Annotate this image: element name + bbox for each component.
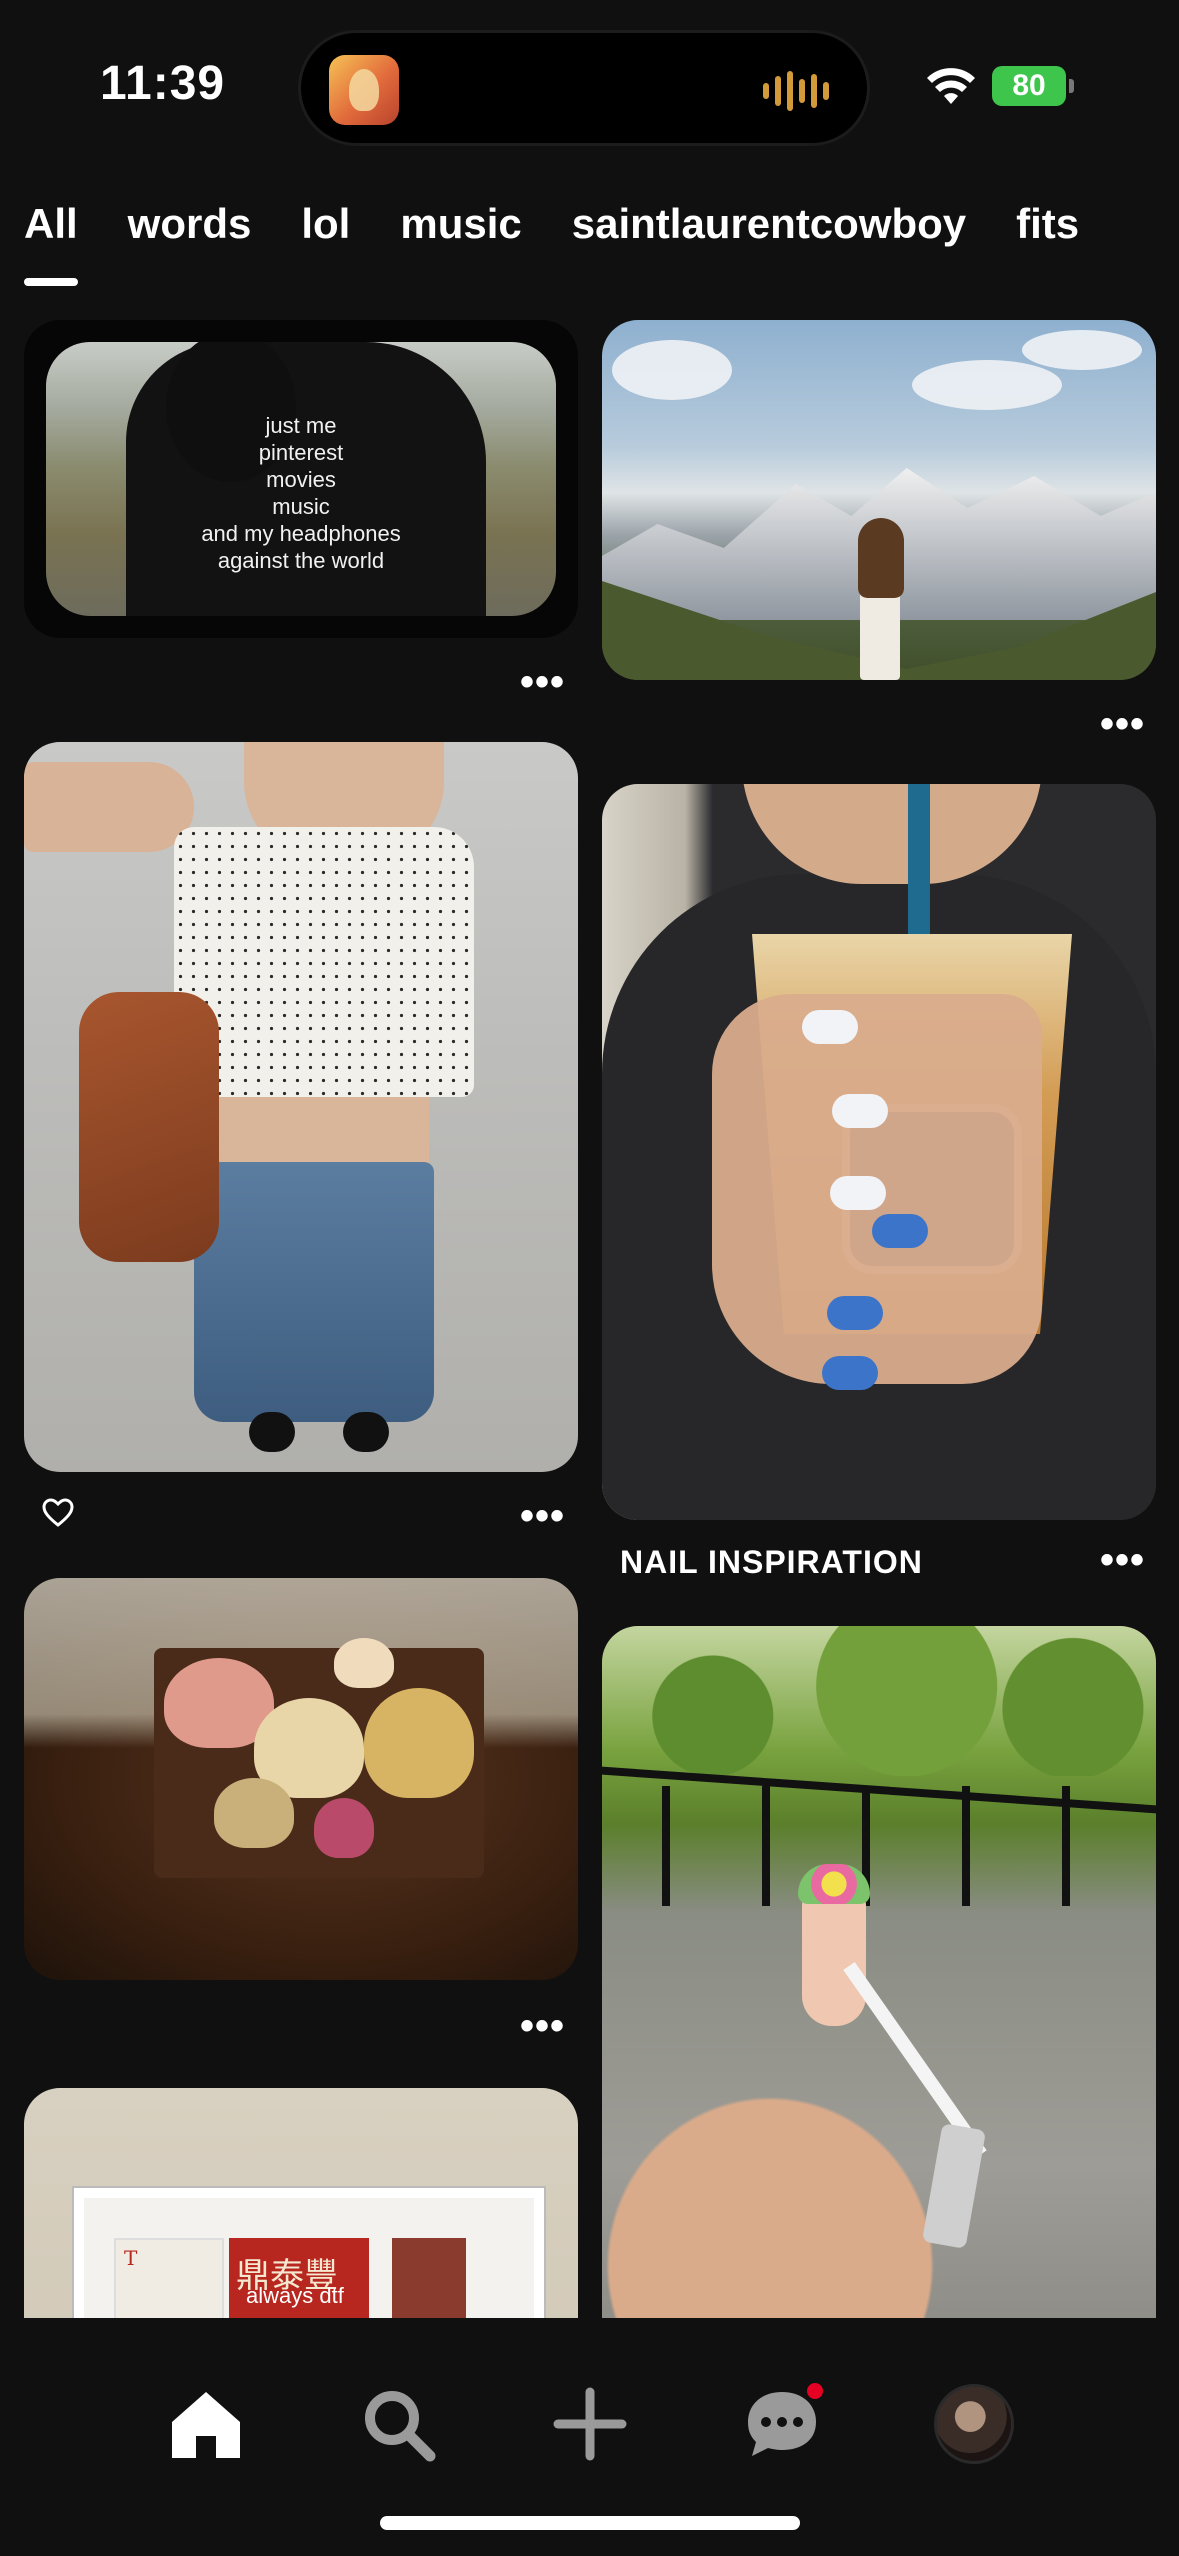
photo-nail xyxy=(802,1010,858,1044)
home-icon[interactable] xyxy=(166,2384,246,2464)
tab-fits[interactable]: fits xyxy=(1016,192,1079,272)
caption-line: against the world xyxy=(217,548,385,573)
notification-dot xyxy=(804,2380,826,2402)
caption-line: pinterest xyxy=(258,440,344,465)
tab-saintlaurentcowboy[interactable]: saintlaurentcowboy xyxy=(572,192,966,272)
pin-image[interactable] xyxy=(24,1578,578,1980)
home-indicator[interactable] xyxy=(380,2516,800,2530)
pin-image[interactable] xyxy=(602,784,1156,1520)
messages-button[interactable] xyxy=(742,2380,826,2464)
photo-shell xyxy=(214,1778,294,1848)
more-options-button[interactable]: ••• xyxy=(1100,704,1145,744)
heart-outline-icon[interactable] xyxy=(42,1498,74,1528)
caption-line: movies xyxy=(266,467,336,492)
photo-nail xyxy=(830,1176,886,1210)
caption-line: just me xyxy=(265,413,337,438)
photo-rail-post xyxy=(1062,1786,1070,1906)
audio-waveform-icon xyxy=(763,71,829,111)
photo-waist xyxy=(199,1097,429,1167)
pin-photo-train-window: just me pinterest movies music and my he… xyxy=(46,342,556,616)
dynamic-island[interactable] xyxy=(298,30,870,146)
photo-rail-post xyxy=(962,1786,970,1906)
pin-image[interactable] xyxy=(24,742,578,1472)
caption-line: and my headphones xyxy=(201,521,401,546)
plus-icon[interactable] xyxy=(550,2384,630,2464)
tab-music[interactable]: music xyxy=(400,192,521,272)
pin-image[interactable]: just me pinterest movies music and my he… xyxy=(24,320,578,638)
now-playing-artwork-icon xyxy=(329,55,399,125)
photo-shell xyxy=(334,1638,394,1688)
photo-jeans xyxy=(194,1162,434,1422)
photo-face xyxy=(742,784,1042,884)
photo-rail-post xyxy=(762,1786,770,1906)
photo-straw xyxy=(908,784,930,944)
clock: 11:39 xyxy=(100,57,226,110)
more-options-button[interactable]: ••• xyxy=(520,662,565,702)
pin-title[interactable]: NAIL INSPIRATION xyxy=(620,1544,923,1581)
frame-caption: always dtf xyxy=(246,2283,344,2308)
more-options-button[interactable]: ••• xyxy=(520,2006,565,2046)
photo-cloud xyxy=(912,360,1062,410)
more-options-button[interactable]: ••• xyxy=(1100,1540,1145,1580)
photo-nail xyxy=(872,1214,928,1248)
tab-words[interactable]: words xyxy=(128,192,252,272)
photo-shoes xyxy=(249,1412,389,1452)
photo-shell xyxy=(314,1798,374,1858)
wifi-icon xyxy=(927,68,975,104)
pin-image[interactable] xyxy=(602,320,1156,680)
photo-arm xyxy=(24,762,194,852)
photo-polka-dot-top xyxy=(174,827,474,1097)
photo-hair xyxy=(858,518,904,598)
photo-doll-hat xyxy=(798,1864,870,1904)
search-icon[interactable] xyxy=(358,2384,438,2464)
photo-nail xyxy=(832,1094,888,1128)
tab-all[interactable]: All xyxy=(24,192,78,286)
board-tabs: All words lol music saintlaurentcowboy f… xyxy=(24,192,1079,286)
tab-lol[interactable]: lol xyxy=(301,192,350,272)
photo-cloud xyxy=(612,340,732,400)
battery-indicator: 80 xyxy=(992,66,1074,106)
caption-line: music xyxy=(272,494,330,519)
photo-trees xyxy=(602,1626,1156,1776)
more-options-button[interactable]: ••• xyxy=(520,1496,565,1536)
photo-nail xyxy=(827,1296,883,1330)
pin-caption: just me pinterest movies music and my he… xyxy=(46,412,556,574)
photo-rail-post xyxy=(662,1786,670,1906)
photo-nail xyxy=(822,1356,878,1390)
status-bar: 11:39 80 xyxy=(0,0,1179,170)
frame-letter: T xyxy=(124,2246,138,2270)
photo-cloud xyxy=(1022,330,1142,370)
photo-shell xyxy=(364,1688,474,1798)
photo-leather-bag xyxy=(79,992,219,1262)
profile-avatar[interactable] xyxy=(934,2384,1014,2464)
